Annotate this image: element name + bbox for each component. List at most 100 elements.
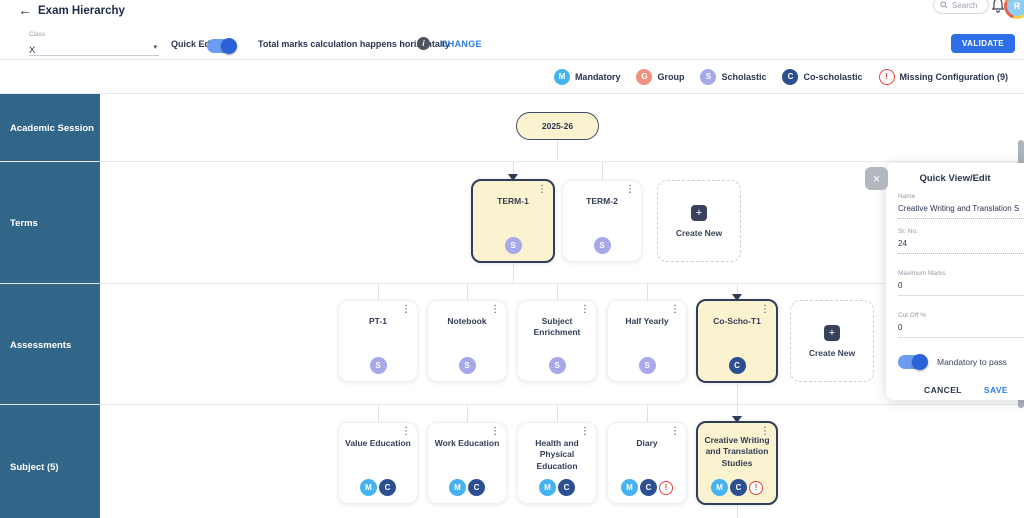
mandatory-to-pass-label: Mandatory to pass	[937, 357, 1007, 367]
toggle-knob	[912, 354, 928, 370]
tree-connector	[513, 161, 514, 175]
tree-connector	[602, 161, 603, 180]
create-new-assessment-card[interactable]: + Create New	[790, 300, 874, 382]
toolbar: Class X ▾ Quick Edit Total marks calcula…	[0, 28, 1024, 60]
search-placeholder: Search	[952, 0, 978, 10]
srno-field-label: Sr. No.	[898, 228, 918, 235]
subject-card-value-education[interactable]: ⋮ Value Education M C	[338, 422, 418, 504]
card-label: Health and Physical Education	[535, 438, 579, 471]
sidebar-row-academic-session: Academic Session	[10, 123, 94, 134]
tree-connector	[737, 504, 738, 518]
subject-card-creative-writing[interactable]: ⋮ Creative Writing and Translation Studi…	[696, 421, 778, 505]
subject-card-health-physical-education[interactable]: ⋮ Health and Physical Education M C	[517, 422, 597, 504]
name-field-input[interactable]: Creative Writing and Translation S	[898, 204, 1024, 219]
kebab-menu-icon[interactable]: ⋮	[625, 185, 635, 195]
name-field-label: Name	[898, 193, 916, 200]
max-marks-field-label: Maximum Marks	[898, 270, 946, 277]
legend-scholastic: S Scholastic	[700, 68, 767, 85]
card-label: Work Education	[434, 438, 500, 448]
kebab-menu-icon[interactable]: ⋮	[670, 305, 680, 315]
info-icon[interactable]: i	[417, 37, 430, 50]
kebab-menu-icon[interactable]: ⋮	[760, 427, 770, 437]
legend-label: Co-scholastic	[803, 71, 863, 82]
tree-connector	[557, 283, 558, 300]
tree-connector	[467, 404, 468, 422]
cutoff-field-input[interactable]: 0	[898, 323, 1024, 338]
session-node[interactable]: 2025-26	[516, 112, 599, 140]
term-card-term-2[interactable]: ⋮ TERM-2 S	[562, 180, 642, 262]
group-badge-icon: G	[636, 68, 653, 85]
sidebar-row-terms: Terms	[10, 218, 38, 229]
subject-card-work-education[interactable]: ⋮ Work Education M C	[427, 422, 507, 504]
plus-icon: +	[824, 324, 840, 341]
header: ← Exam Hierarchy Search R	[0, 0, 1024, 28]
tree-connector	[557, 140, 558, 161]
save-button[interactable]: SAVE	[984, 385, 1008, 395]
kebab-menu-icon[interactable]: ⋮	[537, 185, 547, 195]
panel-title: Quick View/Edit	[919, 173, 991, 184]
subject-card-diary[interactable]: ⋮ Diary M C !	[607, 422, 687, 504]
cutoff-field-label: Cut Off %	[898, 312, 927, 319]
notification-bell-icon[interactable]	[991, 0, 1005, 14]
kebab-menu-icon[interactable]: ⋮	[580, 305, 590, 315]
quick-edit-toggle[interactable]	[207, 38, 237, 54]
toggle-knob	[221, 38, 237, 54]
co-scholastic-badge-icon: C	[558, 479, 575, 496]
co-scholastic-badge-icon: C	[782, 68, 799, 85]
card-label: Subject Enrichment	[533, 316, 581, 338]
scholastic-badge-icon: S	[700, 68, 717, 85]
avatar-initial: R	[1007, 0, 1024, 16]
tree-connector	[647, 283, 648, 300]
card-label: Value Education	[345, 438, 411, 448]
legend-bar: M Mandatory G Group S Scholastic C Co-sc…	[0, 60, 1024, 94]
validate-button[interactable]: VALIDATE	[951, 34, 1016, 53]
card-label: Diary	[636, 438, 658, 448]
scholastic-badge-icon: S	[548, 357, 566, 374]
kebab-menu-icon[interactable]: ⋮	[670, 427, 680, 437]
user-avatar[interactable]: R	[1004, 0, 1024, 19]
term-card-term-1[interactable]: ⋮ TERM-1 S	[471, 179, 555, 263]
assessment-card-subject-enrichment[interactable]: ⋮ Subject Enrichment S	[517, 300, 597, 382]
class-dropdown[interactable]: X ▾	[29, 40, 159, 56]
legend-label: Missing Configuration (9)	[899, 71, 1009, 82]
search-input[interactable]: Search	[933, 0, 989, 14]
warning-icon: !	[749, 480, 763, 495]
sidebar-row-assessments: Assessments	[10, 340, 72, 351]
mandatory-to-pass-toggle[interactable]	[898, 354, 928, 370]
card-label: Half Yearly	[625, 316, 669, 326]
class-value: X	[29, 45, 36, 56]
kebab-menu-icon[interactable]: ⋮	[490, 427, 500, 437]
co-scholastic-badge-icon: C	[379, 479, 396, 496]
class-label: Class	[29, 31, 46, 38]
legend-co-scholastic: C Co-scholastic	[782, 68, 863, 85]
chevron-down-icon: ▾	[153, 44, 157, 51]
row-divider	[0, 404, 1024, 405]
srno-field-input[interactable]: 24	[898, 239, 1024, 254]
create-new-label: Create New	[808, 347, 856, 358]
kebab-menu-icon[interactable]: ⋮	[580, 427, 590, 437]
legend-label: Scholastic	[721, 71, 767, 82]
search-icon	[940, 1, 948, 9]
assessment-card-pt-1[interactable]: ⋮ PT-1 S	[338, 300, 418, 382]
kebab-menu-icon[interactable]: ⋮	[401, 427, 411, 437]
tree-connector	[557, 404, 558, 422]
assessment-card-notebook[interactable]: ⋮ Notebook S	[427, 300, 507, 382]
warning-icon: !	[659, 480, 673, 495]
plus-icon: +	[691, 204, 707, 221]
cancel-button[interactable]: CANCEL	[924, 385, 962, 395]
max-marks-field-input[interactable]: 0	[898, 281, 1024, 296]
assessment-card-half-yearly[interactable]: ⋮ Half Yearly S	[607, 300, 687, 382]
card-label: Notebook	[447, 316, 487, 326]
tree-connector	[647, 404, 648, 422]
kebab-menu-icon[interactable]: ⋮	[760, 305, 770, 315]
change-link[interactable]: CHANGE	[441, 39, 482, 49]
create-new-term-card[interactable]: + Create New	[657, 180, 741, 262]
warning-icon: !	[878, 68, 895, 85]
assessment-card-co-scho-t1[interactable]: ⋮ Co-Scho-T1 C	[696, 299, 778, 383]
close-panel-button[interactable]: ×	[865, 167, 888, 190]
row-sidebar: Academic Session Terms Assessments Subje…	[0, 94, 100, 518]
kebab-menu-icon[interactable]: ⋮	[490, 305, 500, 315]
kebab-menu-icon[interactable]: ⋮	[401, 305, 411, 315]
back-arrow-icon[interactable]: ←	[18, 2, 32, 18]
tree-connector	[378, 283, 379, 300]
